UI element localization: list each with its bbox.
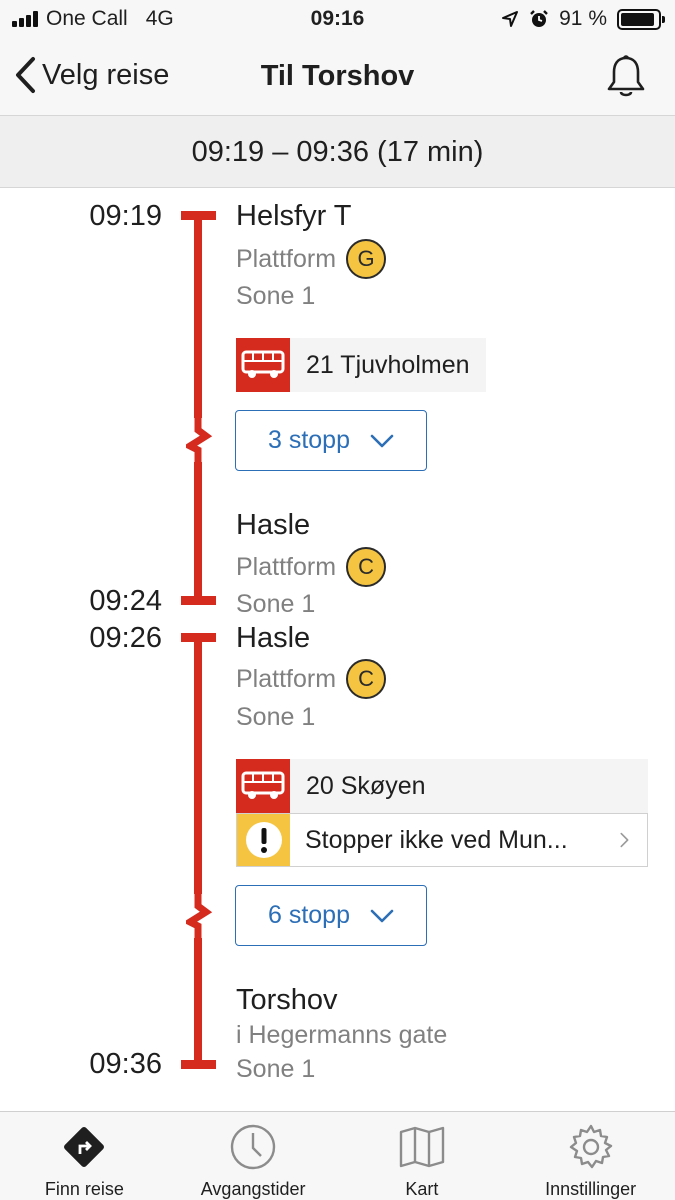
battery-percent: 91 %: [559, 7, 607, 30]
page-title: Til Torshov: [260, 60, 415, 92]
chevron-right-icon: [620, 832, 629, 848]
stops-label: 6 stopp: [267, 901, 350, 929]
tab-bar: Finn reise Avgangstider Kart Innstilling…: [0, 1111, 675, 1200]
status-bar: One Call 4G 09:16 91 %: [0, 0, 675, 40]
bus-icon: [236, 759, 290, 813]
platform-badge: C: [346, 547, 387, 587]
notification-button[interactable]: [605, 54, 647, 105]
alarm-icon: [530, 10, 548, 27]
stop-detail: i Hegermanns gate: [236, 1021, 448, 1049]
tab-label: Avgangstider: [200, 1179, 306, 1199]
route-break-icon: [186, 418, 212, 462]
location-arrow-icon: [502, 11, 519, 27]
tab-label: Innstillinger: [545, 1179, 637, 1199]
platform-label: Plattform: [236, 664, 337, 693]
line-name: 21 Tjuvholmen: [306, 350, 470, 379]
tab-finn-reise[interactable]: Finn reise: [0, 1112, 169, 1200]
platform-row: Plattform G: [236, 239, 387, 279]
status-right: 91 %: [501, 7, 665, 31]
platform-label: Plattform: [236, 552, 337, 581]
directions-icon: [60, 1123, 108, 1171]
stop-name: Hasle: [236, 509, 311, 541]
gear-icon: [567, 1123, 615, 1171]
intermediate-stops-button[interactable]: 3 stopp: [235, 410, 427, 471]
platform-badge: G: [346, 239, 387, 279]
zone-label: Sone 1: [236, 1055, 316, 1083]
clock-icon: [229, 1123, 277, 1171]
trip-summary: 09:19 – 09:36 (17 min): [0, 116, 675, 188]
map-icon: [398, 1123, 446, 1171]
battery-fill: [621, 12, 654, 26]
chevron-down-icon: [370, 434, 394, 447]
stops-label: 3 stopp: [267, 426, 350, 454]
bus-icon: [236, 338, 290, 392]
route-end-cap: [181, 1060, 216, 1069]
tab-label: Finn reise: [44, 1179, 124, 1199]
intermediate-stops-button[interactable]: 6 stopp: [235, 885, 427, 946]
route-line-leg-2: [194, 636, 202, 1067]
zone-label: Sone 1: [236, 703, 316, 731]
battery-icon: [617, 8, 665, 30]
departure-time: 09:26: [89, 622, 162, 654]
service-alert[interactable]: Stopper ikke ved Mun...: [236, 813, 648, 867]
stop-name: Hasle: [236, 622, 311, 654]
platform-label: Plattform: [236, 244, 337, 273]
zone-label: Sone 1: [236, 590, 316, 618]
chevron-down-icon: [370, 909, 394, 922]
route-line-leg-1: [194, 213, 202, 604]
route-start-cap: [181, 211, 216, 220]
platform-row: Plattform C: [236, 547, 387, 587]
transit-line-chip: 21 Tjuvholmen: [236, 338, 486, 392]
route-break-icon: [186, 894, 212, 938]
tab-label: Kart: [405, 1179, 439, 1199]
alert-text: Stopper ikke ved Mun...: [305, 825, 568, 854]
tab-kart[interactable]: Kart: [338, 1112, 507, 1200]
exclamation-icon: [237, 814, 290, 866]
route-end-cap: [181, 596, 216, 605]
departure-time: 09:19: [89, 200, 162, 232]
zone-label: Sone 1: [236, 282, 316, 310]
stop-name: Helsfyr T: [236, 200, 352, 232]
tab-avgangstider[interactable]: Avgangstider: [169, 1112, 338, 1200]
arrival-time: 09:24: [89, 585, 162, 617]
stop-name: Torshov: [236, 984, 338, 1016]
route-start-cap: [181, 633, 216, 642]
line-name: 20 Skøyen: [306, 771, 426, 800]
arrival-time: 09:36: [89, 1048, 162, 1080]
bell-icon: [607, 55, 645, 97]
platform-row: Plattform C: [236, 659, 387, 699]
platform-badge: C: [346, 659, 387, 699]
transit-line-chip: 20 Skøyen: [236, 759, 648, 813]
tab-innstillinger[interactable]: Innstillinger: [506, 1112, 675, 1200]
navigation-bar: Velg reise Til Torshov: [0, 40, 675, 116]
